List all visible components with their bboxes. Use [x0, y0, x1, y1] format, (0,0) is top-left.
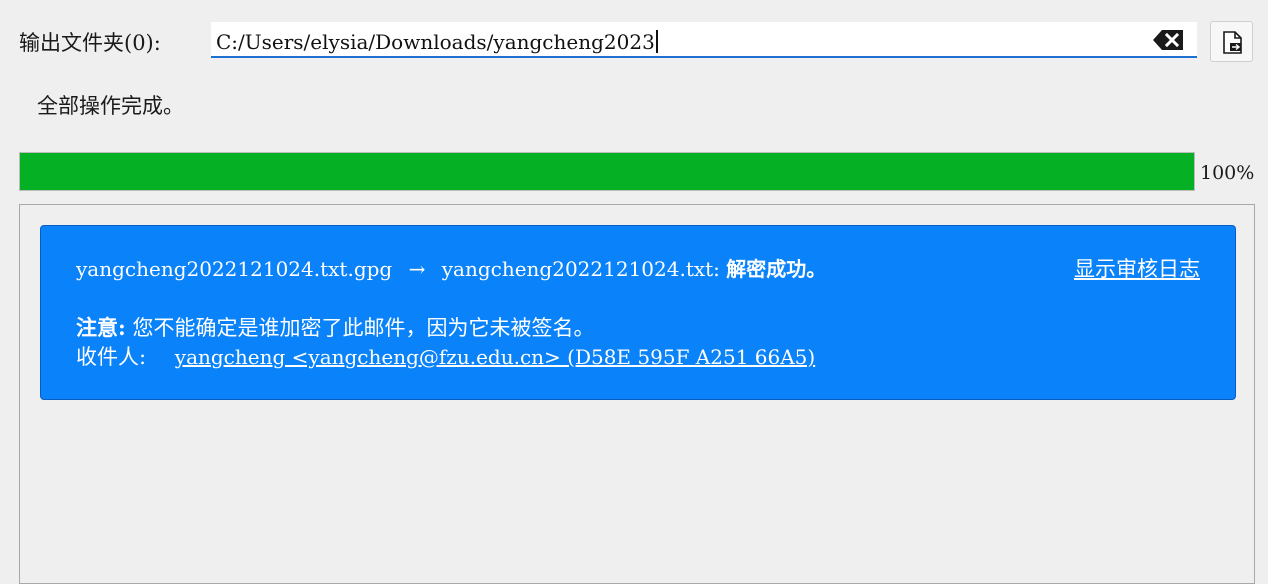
output-folder-path[interactable]: C:/Users/elysia/Downloads/yangcheng2023 — [216, 29, 658, 55]
clear-path-button[interactable] — [1152, 29, 1185, 51]
note-text: 您不能确定是谁加密了此邮件，因为它未被签名。 — [132, 316, 595, 340]
progress-bar-fill — [20, 153, 1194, 190]
signature-note: 注意: 您不能确定是谁加密了此邮件，因为它未被签名。 — [76, 313, 594, 343]
result-summary-line: yangcheng2022121024.txt.gpg → yangcheng2… — [76, 254, 826, 284]
note-label: 注意: — [76, 315, 126, 340]
recipient-key-link[interactable]: yangcheng <yangcheng@fzu.edu.cn> (D58E 5… — [175, 345, 815, 369]
recipient-label: 收件人: — [76, 345, 147, 369]
recipient-line: 收件人: yangcheng <yangcheng@fzu.edu.cn> (D… — [76, 342, 815, 372]
text-caret — [655, 30, 658, 53]
results-panel: yangcheng2022121024.txt.gpg → yangcheng2… — [19, 204, 1255, 584]
progress-bar — [19, 152, 1195, 191]
decryption-outcome: 解密成功。 — [726, 257, 827, 281]
decryption-result-card: yangcheng2022121024.txt.gpg → yangcheng2… — [40, 225, 1236, 400]
arrow-icon: → — [408, 257, 426, 281]
backspace-clear-icon — [1153, 30, 1183, 50]
output-folder-input[interactable]: C:/Users/elysia/Downloads/yangcheng2023 — [211, 22, 1197, 58]
progress-percent-label: 100% — [1200, 162, 1255, 184]
source-filename: yangcheng2022121024.txt.gpg — [76, 257, 393, 281]
output-folder-label: 输出文件夹(0): — [19, 31, 161, 55]
target-filename: yangcheng2022121024.txt: — [441, 257, 720, 281]
show-audit-log-link[interactable]: 显示审核日志 — [1074, 254, 1200, 284]
browse-folder-button[interactable] — [1210, 21, 1253, 62]
operation-status-text: 全部操作完成。 — [37, 94, 184, 118]
open-file-icon — [1223, 31, 1242, 54]
